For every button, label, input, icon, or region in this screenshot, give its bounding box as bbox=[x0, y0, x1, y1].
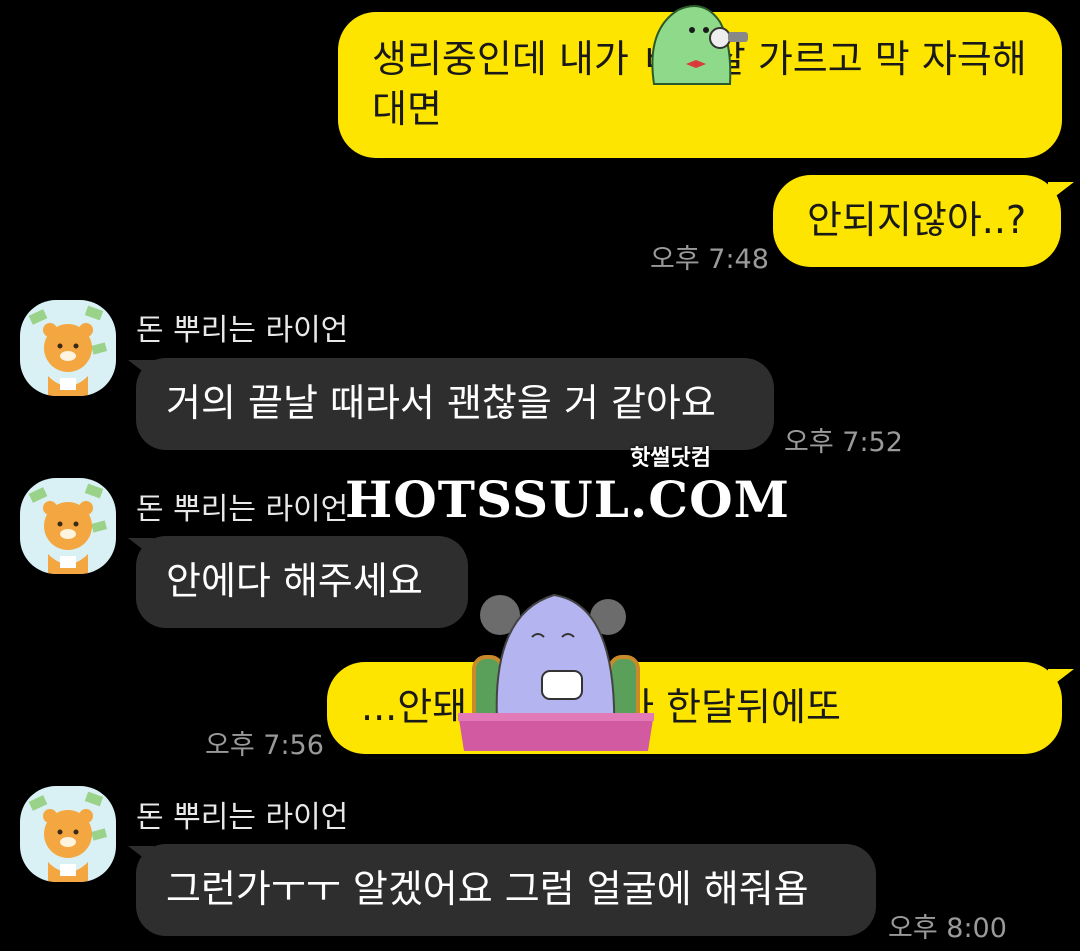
ryan-money-avatar-icon bbox=[28, 791, 108, 882]
outgoing-message-5[interactable]: ...안돼 걱정되잖아 한달뒤에또 bbox=[327, 662, 1062, 754]
message-text: 거의 끝날 때라서 괜찮을 거 같아요 bbox=[166, 381, 716, 425]
sender-name: 돈 뿌리는 라이언 bbox=[136, 313, 349, 348]
green-character-sticker-icon bbox=[651, 5, 748, 85]
incoming-message-3[interactable]: 거의 끝날 때라서 괜찮을 거 같아요 bbox=[136, 358, 774, 450]
ryan-money-avatar-icon bbox=[28, 483, 108, 574]
message-text: 안에다 해주세요 bbox=[166, 559, 423, 603]
message-text: 안되지않아..? bbox=[807, 198, 1027, 242]
message-time: 오후 7:52 bbox=[784, 427, 903, 458]
sender-name: 돈 뿌리는 라이언 bbox=[136, 492, 349, 527]
message-time: 오후 7:48 bbox=[650, 244, 769, 275]
sender-name: 돈 뿌리는 라이언 bbox=[136, 800, 349, 835]
message-time: 오후 8:00 bbox=[888, 913, 1007, 944]
avatar[interactable] bbox=[20, 300, 116, 396]
purple-tea-character-sticker-icon bbox=[458, 593, 654, 751]
green-character-sticker bbox=[640, 0, 752, 90]
avatar[interactable] bbox=[20, 478, 116, 574]
bubble-tail bbox=[1048, 182, 1074, 202]
ryan-money-avatar-icon bbox=[28, 305, 108, 396]
message-time: 오후 7:56 bbox=[205, 730, 324, 761]
message-text: 그런가ㅜㅜ 알겠어요 그럼 얼굴에 해줘욤 bbox=[166, 867, 809, 911]
avatar[interactable] bbox=[20, 786, 116, 882]
outgoing-message-2[interactable]: 안되지않아..? bbox=[773, 175, 1061, 267]
watermark-text: HOTSSUL.COM bbox=[345, 470, 790, 529]
watermark-korean: 핫썰닷컴 bbox=[630, 446, 711, 471]
incoming-message-4[interactable]: 안에다 해주세요 bbox=[136, 536, 468, 628]
purple-tea-character-sticker bbox=[458, 585, 654, 759]
incoming-message-6[interactable]: 그런가ㅜㅜ 알겠어요 그럼 얼굴에 해줘욤 bbox=[136, 844, 876, 936]
bubble-tail bbox=[1048, 669, 1074, 689]
